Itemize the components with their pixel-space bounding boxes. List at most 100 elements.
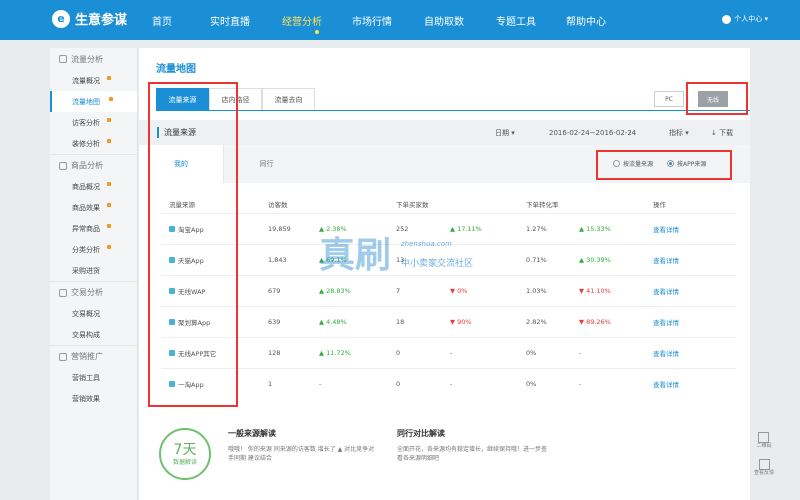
nav-item-realtime[interactable]: 实时直播	[210, 0, 282, 40]
view-details-link[interactable]: 查看详情	[653, 286, 679, 296]
view-details-link[interactable]: 查看详情	[653, 317, 679, 327]
source-icon	[169, 350, 175, 356]
data-insight-badge[interactable]: 7天 数据解读	[159, 428, 211, 480]
source-cell: 一淘App	[169, 379, 204, 389]
user-icon	[722, 14, 732, 24]
view-details-link[interactable]: 查看详情	[653, 255, 679, 265]
device-wireless-button[interactable]: 无线	[698, 91, 728, 107]
sidebar-item-traffic-overview[interactable]: 流量概况	[50, 70, 137, 91]
date-range[interactable]: 2016-02-24~2016-02-24	[549, 129, 636, 137]
nav-item-business-analysis[interactable]: 经营分析	[282, 0, 352, 40]
subtab-mine[interactable]: 我的	[139, 145, 224, 183]
sidebar-item-marketing-tools[interactable]: 营销工具	[50, 367, 137, 388]
source-icon	[169, 288, 175, 294]
buyers-value: 0	[396, 349, 401, 357]
sidebar-item-decoration-analysis[interactable]: 装修分析	[50, 133, 137, 154]
new-badge	[107, 224, 111, 228]
sidebar-item-label: 营销工具	[72, 373, 100, 382]
sidebar-item-product-effect[interactable]: 商品效果	[50, 197, 137, 218]
nav-item-market[interactable]: 市场行情	[352, 0, 424, 40]
table-row: 聚划算App 639 ▲ 4.48% 18 ▼ 90% 2.82% ▼ 89.2…	[161, 306, 736, 337]
source-label: 一淘App	[178, 381, 204, 389]
sidebar-item-product-overview[interactable]: 商品概况	[50, 176, 137, 197]
sidebar-item-traffic-map[interactable]: 流量地图	[50, 91, 137, 112]
main-tabs: 流量来源 店内路径 流量去向	[156, 88, 315, 111]
buyers-change: -	[450, 349, 453, 357]
qrcode-tool[interactable]: 二维码	[756, 432, 772, 449]
sidebar-item-marketing-effect[interactable]: 营销效果	[50, 388, 137, 409]
logo[interactable]: e 生意参谋	[52, 9, 127, 28]
visitors-value: 1	[268, 380, 273, 388]
sidebar-group-trade[interactable]: 交易分析	[50, 281, 137, 303]
tab-traffic-destination[interactable]: 流量去向	[262, 88, 315, 111]
page-title: 流量地图	[156, 64, 196, 75]
metric-dropdown[interactable]: 指标 ▾	[669, 128, 689, 138]
visitors-value: 1,843	[268, 256, 287, 264]
visitors-value: 128	[268, 349, 281, 357]
sidebar-item-label: 分类分析	[72, 245, 100, 254]
peer-comparison-insight: 同行对比解读 全面开花，各来源均有稳定增长，继续保持哦！进一步查看各来源明细吧	[397, 428, 547, 500]
new-badge	[107, 76, 111, 80]
qrcode-label: 二维码	[756, 443, 772, 449]
user-menu[interactable]: 个人中心 ▾	[722, 14, 768, 24]
sidebar-group-product[interactable]: 商品分析	[50, 154, 137, 176]
insight-text: 哦哦！ 你的来源 同来源的访客数 增长了 ▲ 对比竞争对手同期 建议结合	[228, 446, 375, 462]
radio-circle-selected	[667, 160, 675, 167]
new-badge	[107, 245, 111, 249]
header-visitors: 访客数	[268, 201, 288, 209]
visitors-change: ▲ 11.72%	[319, 349, 351, 357]
qrcode-icon	[758, 432, 770, 443]
view-details-link[interactable]: 查看详情	[653, 224, 679, 234]
conversion-value: 2.82%	[526, 318, 547, 326]
nav-item-self-service[interactable]: 自助取数	[424, 0, 496, 40]
buyers-change: -	[450, 380, 453, 388]
sidebar-item-category-analysis[interactable]: 分类分析	[50, 239, 137, 260]
source-icon	[169, 257, 175, 263]
new-badge	[107, 203, 111, 207]
radio-by-traffic-source[interactable]: 按流量来源	[613, 159, 653, 168]
subtabs: 我的 同行 按流量来源 按APP来源	[139, 145, 750, 183]
download-button[interactable]: ↓ 下载	[711, 128, 733, 138]
tab-store-path[interactable]: 店内路径	[209, 88, 262, 111]
main-content: 流量地图 流量来源 店内路径 流量去向 PC 无线 流量来源 日期 ▾ 2016…	[139, 48, 750, 500]
float-toolbar: 二维码 查看反馈	[754, 432, 774, 476]
source-label: 聚划算App	[178, 319, 211, 327]
sidebar-group-marketing[interactable]: 营销推广	[50, 345, 137, 367]
tab-traffic-source[interactable]: 流量来源	[156, 88, 209, 111]
watermark-logo: 真刷	[319, 234, 392, 276]
view-details-link[interactable]: 查看详情	[653, 379, 679, 389]
table-header: 流量来源 访客数 下单买家数 下单转化率 操作	[161, 195, 736, 213]
external-link-icon	[758, 459, 770, 470]
source-label: 淘宝App	[178, 226, 204, 234]
visitors-value: 679	[268, 287, 281, 295]
top-nav: e 生意参谋 首页 实时直播 经营分析 市场行情 自助取数 专题工具 帮助中心 …	[0, 0, 800, 40]
feedback-tool[interactable]: 查看反馈	[754, 459, 774, 476]
eye-icon	[59, 55, 67, 63]
conversion-value: 0.71%	[526, 256, 547, 264]
subtab-peers[interactable]: 同行	[224, 145, 309, 183]
sidebar-group-label: 商品分析	[71, 161, 103, 170]
logo-text: 生意参谋	[75, 13, 128, 28]
date-dropdown[interactable]: 日期 ▾	[495, 128, 515, 138]
source-cell: 无线WAP	[169, 286, 205, 296]
sidebar-item-visitor-analysis[interactable]: 访客分析	[50, 112, 137, 133]
sidebar-group-traffic[interactable]: 流量分析	[50, 48, 137, 70]
sidebar-item-trade-composition[interactable]: 交易构成	[50, 324, 137, 345]
sidebar-item-purchasing[interactable]: 采购进货	[50, 260, 137, 281]
days-label: 数据解读	[172, 458, 197, 466]
section-title: 流量来源	[157, 127, 196, 138]
nav-item-home[interactable]: 首页	[152, 0, 210, 40]
source-cell: 聚划算App	[169, 317, 210, 327]
days-number: 7天	[173, 441, 197, 458]
source-type-radio-group: 按流量来源 按APP来源	[613, 159, 706, 168]
radio-by-app-source[interactable]: 按APP来源	[667, 159, 706, 168]
visitors-change: ▲ 4.48%	[319, 318, 347, 326]
sidebar-item-trade-overview[interactable]: 交易概况	[50, 303, 137, 324]
nav-item-help[interactable]: 帮助中心	[566, 0, 636, 40]
device-pc-button[interactable]: PC	[654, 91, 684, 107]
view-details-link[interactable]: 查看详情	[653, 348, 679, 358]
conversion-change: -	[579, 349, 582, 357]
sidebar-item-abnormal-product[interactable]: 异常商品	[50, 218, 137, 239]
nav-item-tools[interactable]: 专题工具	[496, 0, 566, 40]
sidebar-group-label: 营销推广	[71, 352, 103, 361]
